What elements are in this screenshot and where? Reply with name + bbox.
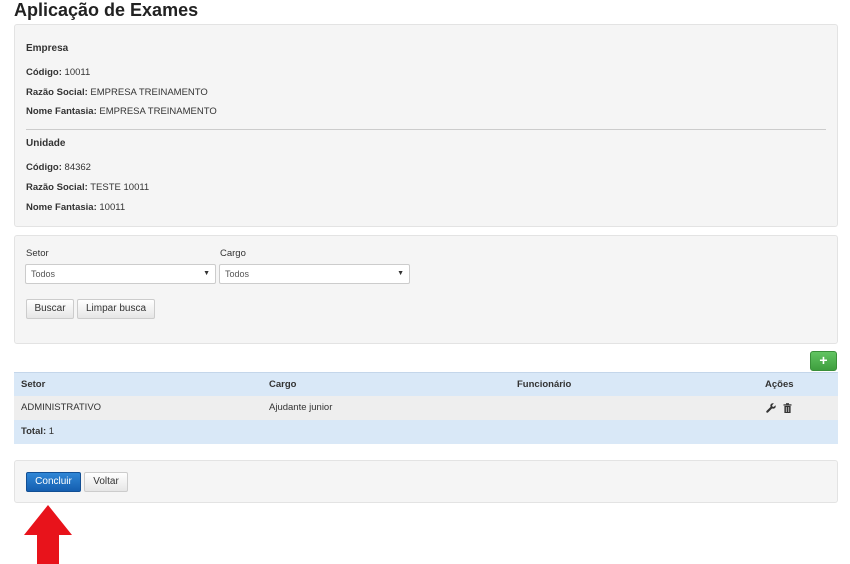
wrench-icon[interactable] <box>766 403 776 416</box>
empresa-razao-social: Razão Social: EMPRESA TREINAMENTO <box>26 87 208 98</box>
concluir-button[interactable]: Concluir <box>26 472 81 492</box>
trash-icon[interactable] <box>783 403 792 416</box>
total-count: Total: 1 <box>21 426 55 437</box>
chevron-down-icon: ▼ <box>397 270 404 277</box>
table-header: Setor Cargo Funcionário Ações <box>14 372 838 396</box>
empresa-codigo: Código: 10011 <box>26 67 91 78</box>
buscar-button[interactable]: Buscar <box>26 299 74 319</box>
unidade-nome-fantasia: Nome Fantasia: 10011 <box>26 202 126 213</box>
row-setor: ADMINISTRATIVO <box>21 402 102 413</box>
table-row: ADMINISTRATIVO Ajudante junior <box>14 396 838 420</box>
arrow-up-icon <box>24 505 72 564</box>
add-button[interactable]: + <box>810 351 837 371</box>
page-title: Aplicação de Exames <box>14 0 199 20</box>
section-divider <box>26 129 826 130</box>
filter-panel: Setor Todos ▼ Cargo Todos ▼ Buscar Limpa… <box>14 235 838 344</box>
col-cargo: Cargo <box>269 379 297 390</box>
empresa-nome-fantasia: Nome Fantasia: EMPRESA TREINAMENTO <box>26 106 217 117</box>
empresa-heading: Empresa <box>26 43 69 54</box>
cargo-label: Cargo <box>220 248 246 259</box>
limpar-busca-button[interactable]: Limpar busca <box>77 299 155 319</box>
chevron-down-icon: ▼ <box>203 270 210 277</box>
col-funcionario: Funcionário <box>517 379 572 390</box>
unidade-razao-social: Razão Social: TESTE 10011 <box>26 182 150 193</box>
row-cargo: Ajudante junior <box>269 402 333 413</box>
table-footer: Total: 1 <box>14 420 838 444</box>
col-setor: Setor <box>21 379 46 390</box>
voltar-button[interactable]: Voltar <box>84 472 128 492</box>
unidade-heading: Unidade <box>26 138 66 149</box>
cargo-select[interactable]: Todos ▼ <box>219 264 410 284</box>
setor-select[interactable]: Todos ▼ <box>25 264 216 284</box>
company-info-panel: Empresa Código: 10011 Razão Social: EMPR… <box>14 24 838 227</box>
actions-panel: Concluir Voltar <box>14 460 838 503</box>
setor-label: Setor <box>26 248 49 259</box>
unidade-codigo: Código: 84362 <box>26 162 91 173</box>
col-acoes: Ações <box>765 379 794 390</box>
